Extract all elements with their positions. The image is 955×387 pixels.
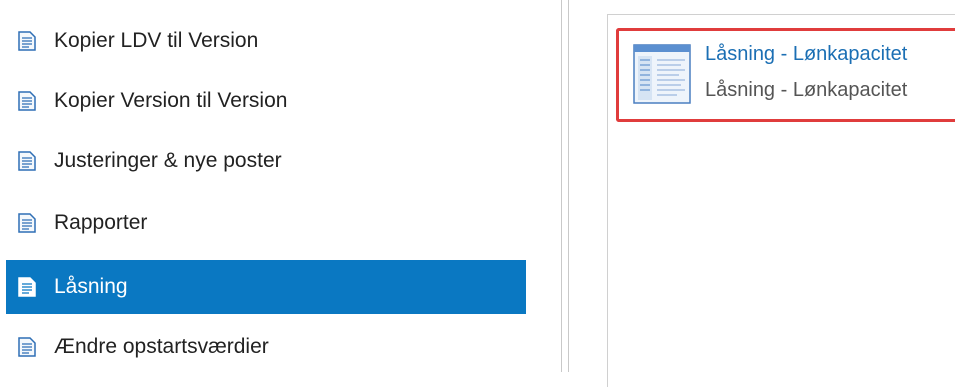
document-icon [18, 213, 36, 233]
document-icon [18, 151, 36, 171]
tile-title[interactable]: Låsning - Lønkapacitet [705, 43, 907, 66]
nav-item-label: Rapporter [54, 211, 148, 234]
nav-item-justeringer-nye-poster[interactable]: Justeringer & nye poster [6, 134, 526, 188]
report-window-icon [633, 44, 691, 104]
nav-item-kopier-version-til-version[interactable]: Kopier Version til Version [6, 74, 526, 128]
nav-item-laasning[interactable]: Låsning [6, 260, 526, 314]
pane-divider [561, 0, 562, 372]
side-navigation: Kopier LDV til Version Kopier Version ti… [0, 0, 530, 372]
nav-item-kopier-ldv-til-version[interactable]: Kopier LDV til Version [6, 14, 526, 68]
nav-item-label: Ændre opstartsværdier [54, 335, 269, 358]
document-icon [18, 337, 36, 357]
document-icon [18, 91, 36, 111]
nav-item-aendre-opstartsvaerdier[interactable]: Ændre opstartsværdier [6, 320, 526, 374]
nav-item-label: Kopier Version til Version [54, 89, 288, 112]
nav-item-label: Låsning [54, 275, 128, 298]
tile-subtitle: Låsning - Lønkapacitet [705, 79, 908, 101]
pane-divider [568, 0, 569, 372]
document-icon [18, 31, 36, 51]
document-icon [18, 277, 36, 297]
nav-item-label: Kopier LDV til Version [54, 29, 259, 52]
nav-item-rapporter[interactable]: Rapporter [6, 196, 526, 250]
nav-item-label: Justeringer & nye poster [54, 149, 282, 172]
report-tile-laasning-loenkapacitet[interactable]: Låsning - Lønkapacitet Låsning - Lønkapa… [616, 28, 955, 122]
